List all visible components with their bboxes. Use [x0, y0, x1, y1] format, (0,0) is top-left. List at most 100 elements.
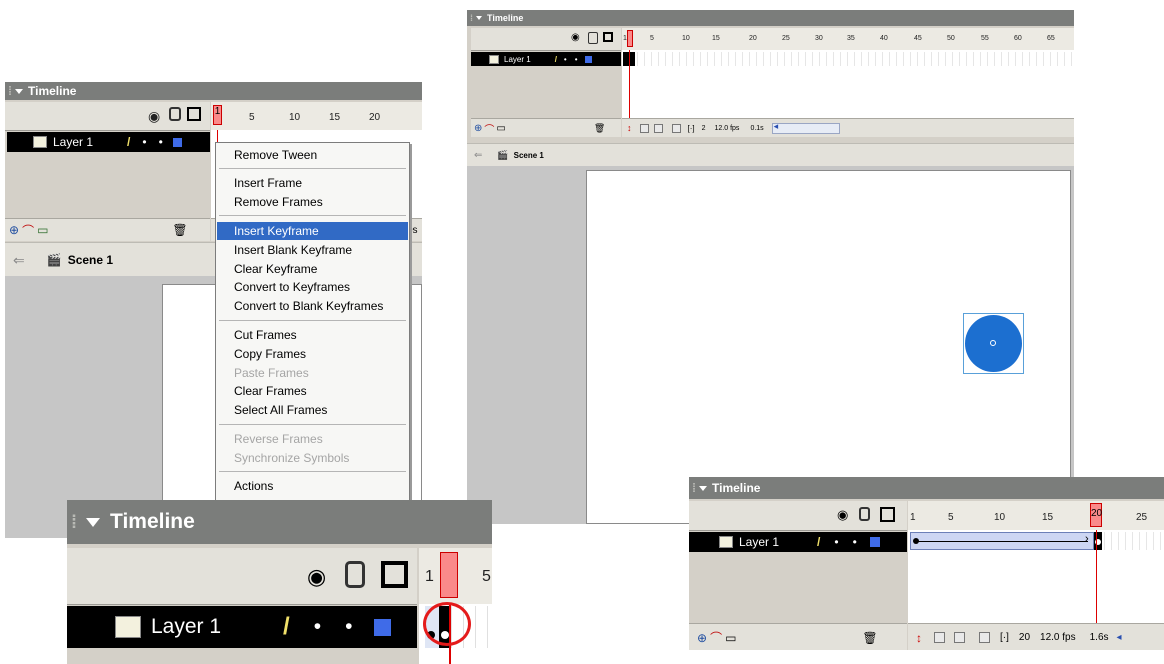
outline-icon[interactable]	[880, 507, 895, 522]
trash-icon[interactable]: 🗑	[594, 123, 605, 134]
playhead[interactable]: 20	[1090, 503, 1102, 527]
eye-icon[interactable]: ◉	[571, 32, 580, 43]
outline-color-swatch[interactable]	[172, 137, 182, 147]
outline-color-swatch[interactable]	[374, 618, 392, 636]
visibility-dot[interactable]: •	[564, 55, 567, 64]
visibility-dot[interactable]: •	[314, 615, 321, 639]
visibility-dot[interactable]: •	[142, 135, 146, 149]
lock-dot[interactable]: •	[159, 135, 163, 149]
outline-color-swatch[interactable]	[584, 55, 592, 63]
outline-icon[interactable]	[603, 32, 613, 42]
add-motion-guide-icon[interactable]: ⌒	[22, 222, 34, 239]
add-motion-guide-icon[interactable]: ⌒	[710, 629, 722, 646]
onion-skin-icon[interactable]	[639, 123, 649, 133]
layer-row[interactable]: Layer 1 / • •	[7, 132, 210, 152]
grip-icon[interactable]: ⁞	[692, 481, 696, 495]
frame-ruler[interactable]: 1 5	[419, 548, 492, 605]
layer-row[interactable]: Layer 1 / • •	[67, 606, 417, 648]
onion-outline-icon[interactable]	[954, 632, 965, 643]
scene-name[interactable]: Scene 1	[514, 151, 544, 160]
trash-icon[interactable]: 🗑	[172, 223, 187, 237]
frame-cells[interactable]	[1104, 532, 1164, 550]
playhead[interactable]	[627, 30, 633, 47]
add-folder-icon[interactable]: ▭	[37, 223, 48, 237]
menu-item-convert-to-blank-keyframes[interactable]: Convert to Blank Keyframes	[217, 297, 408, 315]
menu-item-clear-keyframe[interactable]: Clear Keyframe	[217, 260, 408, 278]
timeline-titlebar[interactable]: ⁞ Timeline	[67, 500, 492, 544]
lock-icon[interactable]	[169, 107, 181, 121]
lock-dot[interactable]: •	[853, 535, 857, 549]
frame-area[interactable]: ›	[908, 530, 1164, 623]
layer-row[interactable]: Layer 1 / • •	[689, 532, 907, 552]
playhead[interactable]	[440, 552, 458, 598]
collapse-triangle-icon[interactable]	[476, 16, 482, 20]
frame-ruler[interactable]: 1 5 10 15 20	[211, 102, 422, 131]
modify-markers-icon[interactable]: [·]	[688, 124, 695, 133]
timeline-titlebar[interactable]: ⁞ Timeline	[5, 82, 422, 100]
onion-outline-icon[interactable]	[653, 123, 663, 133]
frame-area[interactable]	[622, 50, 1074, 118]
lock-icon[interactable]	[588, 32, 598, 44]
center-frame-icon[interactable]: ↕	[916, 631, 922, 645]
layer-name[interactable]: Layer 1	[53, 135, 93, 149]
grip-icon[interactable]: ⁞	[470, 13, 473, 23]
add-motion-guide-icon[interactable]: ⌒	[484, 121, 494, 136]
scene-icon[interactable]: 🎬	[47, 253, 62, 267]
grip-icon[interactable]: ⁞	[8, 84, 12, 98]
layer-name[interactable]: Layer 1	[739, 535, 779, 549]
add-layer-icon[interactable]: ⊕	[697, 631, 707, 645]
eye-icon[interactable]: ◉	[307, 564, 326, 590]
timeline-titlebar[interactable]: ⁞ Timeline	[467, 10, 1074, 26]
back-arrow-icon[interactable]: ⇐	[474, 150, 482, 161]
scene-name[interactable]: Scene 1	[68, 253, 113, 267]
onion-skin-icon[interactable]	[934, 632, 945, 643]
outline-color-swatch[interactable]	[869, 537, 880, 547]
menu-item-select-all-frames[interactable]: Select All Frames	[217, 401, 408, 419]
layer-name[interactable]: Layer 1	[504, 55, 531, 64]
menu-item-copy-frames[interactable]: Copy Frames	[217, 345, 408, 363]
collapse-triangle-icon[interactable]	[699, 485, 707, 491]
timeline-titlebar[interactable]: ⁞ Timeline	[689, 477, 1164, 499]
grip-icon[interactable]: ⁞	[71, 512, 77, 533]
playhead[interactable]: 1	[213, 105, 222, 125]
scroll-left-icon[interactable]: ◂	[774, 121, 779, 132]
add-folder-icon[interactable]: ▭	[725, 631, 736, 645]
menu-item-cut-frames[interactable]: Cut Frames	[217, 326, 408, 344]
edit-multiple-icon[interactable]	[979, 632, 990, 643]
eye-icon[interactable]: ◉	[837, 507, 848, 523]
trash-icon[interactable]: 🗑	[862, 631, 877, 645]
add-layer-icon[interactable]: ⊕	[474, 123, 482, 134]
add-folder-icon[interactable]: ▭	[496, 123, 505, 134]
keyframe-start-dot-icon[interactable]	[913, 538, 919, 544]
frame-ruler[interactable]: 1 5 10 15 20 25	[908, 501, 1164, 531]
menu-item-insert-frame[interactable]: Insert Frame	[217, 174, 408, 192]
outline-icon[interactable]	[381, 561, 408, 588]
lock-dot[interactable]: •	[345, 615, 352, 639]
h-scrollbar[interactable]: ◂	[771, 121, 840, 134]
modify-markers-icon[interactable]: [·]	[1000, 632, 1009, 643]
menu-item-clear-frames[interactable]: Clear Frames	[217, 382, 408, 400]
menu-item-remove-tween[interactable]: Remove Tween	[217, 146, 408, 164]
menu-item-insert-blank-keyframe[interactable]: Insert Blank Keyframe	[217, 241, 408, 259]
center-frame-icon[interactable]: ↕	[627, 123, 632, 133]
scene-icon[interactable]: 🎬	[497, 150, 508, 161]
lock-dot[interactable]: •	[575, 55, 578, 64]
back-arrow-icon[interactable]: ⇐	[13, 252, 25, 269]
lock-icon[interactable]	[345, 561, 365, 588]
menu-item-insert-keyframe[interactable]: Insert Keyframe	[217, 222, 408, 240]
scroll-left-icon[interactable]: ◂	[1117, 632, 1122, 643]
outline-icon[interactable]	[187, 107, 201, 121]
layer-row[interactable]: Layer 1 / • •	[471, 52, 621, 66]
frame-cells[interactable]	[630, 52, 1074, 66]
add-layer-icon[interactable]: ⊕	[9, 223, 19, 237]
menu-item-actions[interactable]: Actions	[217, 477, 408, 495]
edit-multiple-icon[interactable]	[671, 123, 681, 133]
collapse-triangle-icon[interactable]	[86, 517, 100, 527]
visibility-dot[interactable]: •	[834, 535, 838, 549]
eye-icon[interactable]: ◉	[148, 108, 160, 125]
collapse-triangle-icon[interactable]	[15, 88, 23, 94]
frame-ruler[interactable]: 1 5 10 15 20 25 30 35 40 45 50 55 60 65	[622, 28, 1074, 51]
layer-name[interactable]: Layer 1	[151, 615, 221, 639]
menu-item-convert-to-keyframes[interactable]: Convert to Keyframes	[217, 278, 408, 296]
lock-icon[interactable]	[859, 507, 870, 521]
